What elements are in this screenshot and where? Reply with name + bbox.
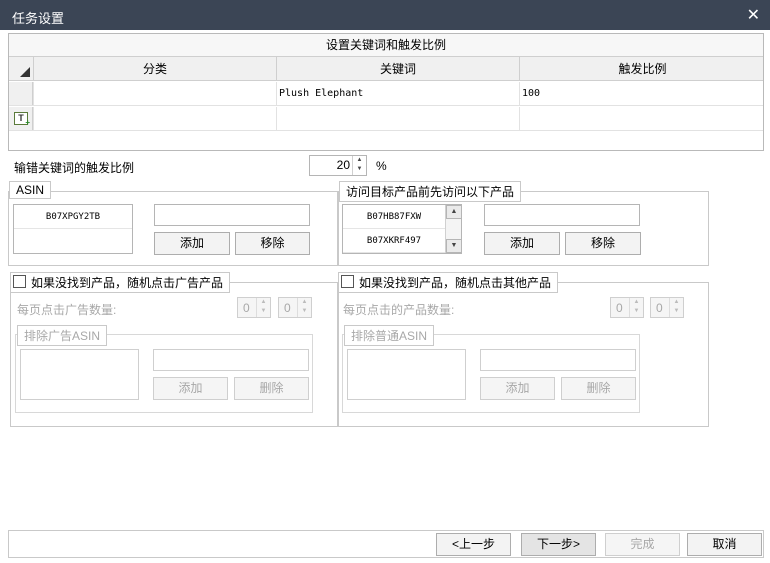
scroll-up-icon[interactable]: ▲ bbox=[446, 205, 462, 219]
close-icon[interactable]: ✕ bbox=[747, 5, 760, 25]
column-header-keyword[interactable]: 关键词 bbox=[276, 57, 519, 81]
corner-triangle-icon bbox=[20, 67, 30, 77]
cell-ratio[interactable]: 100 bbox=[519, 82, 765, 106]
previsit-remove-button[interactable]: 移除 bbox=[565, 232, 641, 255]
title-bar: 任务设置 ✕ bbox=[0, 0, 770, 30]
spin-up-icon[interactable]: ▲ bbox=[353, 156, 366, 165]
cancel-button[interactable]: 取消 bbox=[687, 533, 762, 556]
spin-down-icon[interactable]: ▼ bbox=[257, 307, 270, 316]
new-cell-category[interactable] bbox=[33, 107, 276, 131]
other-min-spinner[interactable]: 0 ▲ ▼ bbox=[610, 297, 644, 318]
spin-up-icon[interactable]: ▲ bbox=[298, 298, 311, 307]
ad-exclude-input[interactable] bbox=[153, 349, 309, 371]
other-exclude-delete-button[interactable]: 删除 bbox=[561, 377, 636, 400]
finish-button[interactable]: 完成 bbox=[605, 533, 680, 556]
scroll-down-icon[interactable]: ▼ bbox=[446, 239, 462, 253]
other-max-spinner[interactable]: 0 ▲ ▼ bbox=[650, 297, 684, 318]
asin-add-button[interactable]: 添加 bbox=[154, 232, 230, 255]
other-click-checkbox[interactable] bbox=[341, 275, 354, 288]
new-row-icon[interactable]: T + bbox=[14, 112, 30, 127]
table-row[interactable]: Plush Elephant 100 bbox=[9, 82, 763, 106]
cell-keyword[interactable]: Plush Elephant bbox=[276, 82, 519, 106]
list-item[interactable]: B07HB87FXW bbox=[343, 205, 445, 229]
new-cell-ratio[interactable] bbox=[519, 107, 765, 131]
other-click-title: 如果没找到产品，随机点击其他产品 bbox=[338, 272, 559, 293]
ad-click-checkbox-label[interactable]: 如果没找到产品，随机点击广告产品 bbox=[31, 276, 223, 290]
previsit-add-button[interactable]: 添加 bbox=[484, 232, 560, 255]
previsit-input[interactable] bbox=[484, 204, 640, 226]
asin-remove-button[interactable]: 移除 bbox=[235, 232, 310, 255]
ad-exclude-listbox[interactable] bbox=[20, 349, 139, 400]
previsit-group-title: 访问目标产品前先访问以下产品 bbox=[339, 181, 522, 202]
spin-down-icon[interactable]: ▼ bbox=[670, 307, 683, 316]
next-step-button[interactable]: 下一步> bbox=[521, 533, 596, 556]
window-title: 任务设置 bbox=[12, 11, 65, 26]
ad-click-checkbox[interactable] bbox=[13, 275, 26, 288]
new-row[interactable]: T + bbox=[9, 107, 763, 131]
spin-up-icon[interactable]: ▲ bbox=[630, 298, 643, 307]
row-header[interactable] bbox=[9, 82, 33, 105]
spin-down-icon[interactable]: ▼ bbox=[353, 165, 366, 174]
new-row-header[interactable]: T + bbox=[9, 107, 33, 130]
select-all-corner[interactable] bbox=[9, 57, 33, 81]
column-header-category[interactable]: 分类 bbox=[33, 57, 276, 81]
asin-group-title: ASIN bbox=[9, 181, 52, 199]
mistype-ratio-spinner[interactable]: 20 ▲ ▼ bbox=[309, 155, 367, 176]
mistype-ratio-label: 输错关键词的触发比例 bbox=[14, 161, 135, 175]
other-exclude-listbox[interactable] bbox=[347, 349, 466, 400]
grid-header: 分类 关键词 触发比例 bbox=[9, 57, 763, 81]
list-item[interactable]: B07XKRF497 bbox=[343, 229, 445, 253]
ad-min-spinner[interactable]: 0 ▲ ▼ bbox=[237, 297, 271, 318]
other-exclude-title: 排除普通ASIN bbox=[344, 325, 435, 346]
previsit-listbox[interactable]: B07HB87FXW B07XKRF497 ▲ ▼ bbox=[342, 204, 462, 254]
spin-up-icon[interactable]: ▲ bbox=[257, 298, 270, 307]
other-exclude-add-button[interactable]: 添加 bbox=[480, 377, 555, 400]
ad-exclude-title: 排除广告ASIN bbox=[17, 325, 108, 346]
prev-step-button[interactable]: <上一步 bbox=[436, 533, 511, 556]
ad-exclude-add-button[interactable]: 添加 bbox=[153, 377, 228, 400]
new-cell-keyword[interactable] bbox=[276, 107, 519, 131]
list-item[interactable]: B07XPGY2TB bbox=[14, 205, 132, 229]
cell-category[interactable] bbox=[33, 82, 276, 106]
wizard-footer: <上一步 下一步> 完成 取消 bbox=[8, 530, 764, 558]
grid-caption: 设置关键词和触发比例 bbox=[9, 34, 763, 57]
ad-max-spinner[interactable]: 0 ▲ ▼ bbox=[278, 297, 312, 318]
previsit-scrollbar[interactable]: ▲ ▼ bbox=[445, 205, 462, 253]
percent-unit: % bbox=[376, 159, 387, 173]
ad-per-page-label: 每页点击广告数量: bbox=[17, 303, 117, 317]
ad-click-title: 如果没找到产品，随机点击广告产品 bbox=[10, 272, 231, 293]
other-click-checkbox-label[interactable]: 如果没找到产品，随机点击其他产品 bbox=[359, 276, 551, 290]
other-per-page-label: 每页点击的产品数量: bbox=[343, 303, 455, 317]
asin-listbox[interactable]: B07XPGY2TB bbox=[13, 204, 133, 254]
mistype-ratio-value[interactable]: 20 bbox=[337, 158, 350, 172]
column-header-ratio[interactable]: 触发比例 bbox=[519, 57, 765, 81]
ad-exclude-delete-button[interactable]: 删除 bbox=[234, 377, 309, 400]
keyword-grid: 设置关键词和触发比例 分类 关键词 触发比例 Plush Elephant 10… bbox=[8, 33, 764, 151]
other-exclude-input[interactable] bbox=[480, 349, 636, 371]
spin-down-icon[interactable]: ▼ bbox=[630, 307, 643, 316]
spin-up-icon[interactable]: ▲ bbox=[670, 298, 683, 307]
spin-down-icon[interactable]: ▼ bbox=[298, 307, 311, 316]
asin-input[interactable] bbox=[154, 204, 310, 226]
